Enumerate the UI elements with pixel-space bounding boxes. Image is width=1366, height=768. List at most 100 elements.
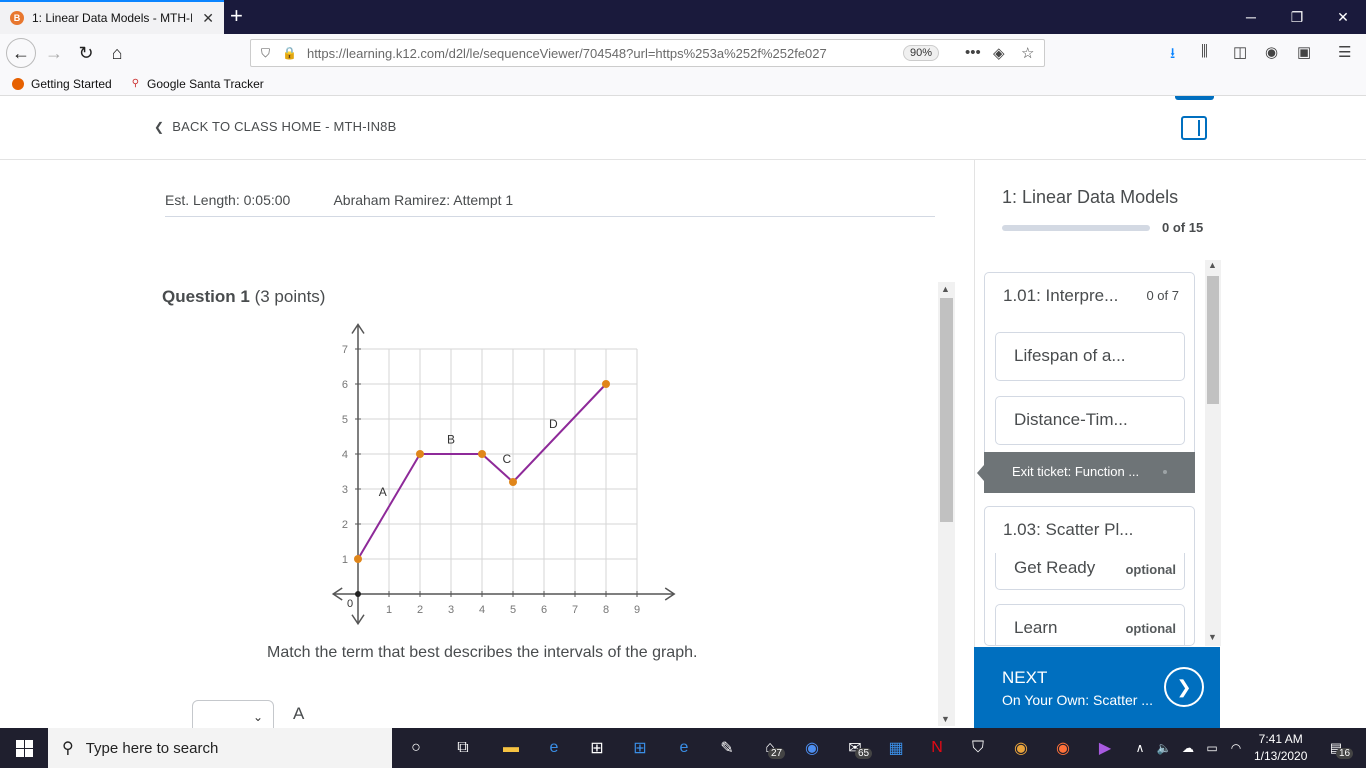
scroll-down-icon[interactable]: ▼ [941, 714, 950, 724]
app-icon[interactable]: ▦ [884, 736, 908, 760]
netflix-icon[interactable]: N [925, 736, 949, 760]
module-title[interactable]: 1.01: Interpre... [1003, 286, 1118, 306]
list-item[interactable]: Distance-Tim... [995, 396, 1185, 445]
windows-icon[interactable]: ⊞ [628, 736, 652, 760]
unit-progress-bar [1002, 225, 1150, 231]
answer-label: A [293, 704, 305, 723]
system-clock[interactable]: 7:41 AM 1/13/2020 [1254, 731, 1307, 765]
sequence-panel: 1: Linear Data Models 0 of 15 1.01: Inte… [974, 160, 1366, 728]
taskbar-search[interactable]: ⚲ Type here to search [48, 728, 392, 768]
next-button[interactable]: NEXT On Your Own: Scatter ... ❯ [974, 647, 1220, 728]
y-tick-label: 5 [342, 414, 348, 426]
notepad-icon[interactable]: ✎ [715, 736, 739, 760]
bookmark-star-icon[interactable]: ☆ [1021, 44, 1034, 62]
x-tick-label: 8 [603, 604, 609, 616]
onedrive-icon[interactable]: ☁ [1176, 736, 1200, 760]
unit-progress-count: 0 of 15 [1162, 220, 1204, 235]
list-item[interactable]: Lifespan of a... [995, 332, 1185, 381]
k12-favicon-icon: B [10, 11, 24, 25]
close-window-icon[interactable]: ✕ [1320, 0, 1366, 34]
sidebar-icon[interactable]: ◫ [1233, 43, 1247, 61]
list-item[interactable]: Learn optional [995, 604, 1185, 645]
restore-icon[interactable]: ❐ [1274, 0, 1320, 34]
new-tab-icon[interactable]: + [230, 4, 243, 28]
status-dot-icon [1163, 470, 1167, 474]
reload-icon[interactable]: ↻ [72, 39, 100, 67]
scroll-up-icon[interactable]: ▲ [1208, 260, 1217, 270]
volume-icon[interactable]: 🔈 [1152, 736, 1176, 760]
more-actions-icon[interactable]: ••• [965, 44, 981, 61]
close-tab-icon[interactable]: ✕ [202, 10, 214, 27]
battery-icon[interactable]: ▭ [1200, 736, 1224, 760]
pocket-icon[interactable]: ◈ [993, 44, 1005, 62]
search-icon: ⚲ [62, 740, 74, 757]
back-icon[interactable]: ← [6, 38, 36, 68]
chrome-icon[interactable]: ◉ [1009, 736, 1033, 760]
module-count: 0 of 7 [1146, 288, 1179, 303]
url-bar[interactable]: ⛉ 🔒 https://learning.k12.com/d2l/le/sequ… [250, 39, 1045, 67]
content-scrollbar[interactable]: ▲ ▼ [938, 282, 955, 726]
panel-scrollbar[interactable]: ▲ ▼ [1205, 260, 1221, 646]
bookmark-getting-started[interactable]: Getting Started [12, 77, 112, 91]
account-icon[interactable]: ◉ [1265, 43, 1278, 61]
badge: 65 [855, 748, 873, 759]
store-icon[interactable]: ⊞ [585, 736, 609, 760]
wifi-icon[interactable]: ◠ [1224, 736, 1248, 760]
santa-icon: ⚲ [131, 78, 140, 89]
module-1-03[interactable]: 1.03: Scatter Pl... Get Ready optional L… [984, 506, 1195, 646]
url-text[interactable]: https://learning.k12.com/d2l/le/sequence… [307, 46, 867, 61]
panel-toggle-icon[interactable] [1181, 116, 1207, 140]
extension-icon[interactable]: ▣ [1297, 43, 1311, 61]
question-graph: 1 2 3 4 5 6 7 8 9 1 2 3 4 5 6 7 0 A B C D [331, 323, 676, 626]
segment-label: C [502, 452, 511, 466]
search-placeholder: Type here to search [85, 739, 219, 757]
powerapps-icon[interactable]: ▶ [1093, 736, 1117, 760]
data-point [602, 380, 610, 388]
library-icon[interactable]: ⫼ [1201, 43, 1208, 60]
attempt-info: Abraham Ramirez: Attempt 1 [333, 192, 514, 208]
file-explorer-icon[interactable]: ▬ [499, 736, 523, 760]
scroll-thumb[interactable] [940, 298, 953, 522]
menu-icon[interactable]: ☰ [1338, 43, 1351, 61]
y-tick-label: 6 [342, 379, 348, 391]
ie-icon[interactable]: e [542, 736, 566, 760]
bookmarks-bar: Getting Started ⚲ Google Santa Tracker [0, 72, 1366, 96]
edge-icon[interactable]: e [672, 736, 696, 760]
shield-icon[interactable]: ⛉ [261, 46, 270, 61]
module-title[interactable]: 1.03: Scatter Pl... [1003, 520, 1133, 540]
x-tick-label: 3 [448, 604, 454, 616]
security-shield-icon[interactable]: ⛉ [966, 736, 990, 760]
question-points: (3 points) [254, 287, 326, 306]
next-label: NEXT [1002, 668, 1048, 687]
browser-tab[interactable]: B 1: Linear Data Models - MTH-IN8B ✕ [0, 0, 224, 34]
scroll-thumb[interactable] [1207, 276, 1219, 404]
data-point [478, 450, 486, 458]
windows-start-icon[interactable] [0, 728, 48, 768]
badge: 27 [768, 748, 786, 759]
data-point [416, 450, 424, 458]
segment-label: B [447, 433, 455, 447]
chromium-icon[interactable]: ◉ [800, 736, 824, 760]
chevron-right-icon: ❯ [1164, 667, 1204, 707]
minimize-icon[interactable]: ─ [1228, 0, 1274, 34]
back-to-class-link[interactable]: ❮ BACK TO CLASS HOME - MTH-IN8B [154, 119, 396, 134]
y-tick-label: 1 [342, 554, 348, 566]
est-length: Est. Length: 0:05:00 [165, 192, 291, 208]
download-icon[interactable]: ⭳ [1170, 43, 1175, 68]
tray-expand-icon[interactable]: ∧ [1128, 736, 1152, 760]
active-item[interactable]: Exit ticket: Function ... [977, 452, 1195, 493]
bookmark-santa-tracker[interactable]: ⚲ Google Santa Tracker [124, 77, 264, 91]
forward-icon[interactable]: → [40, 39, 68, 67]
data-point [509, 478, 517, 486]
lock-icon[interactable]: 🔒 [282, 46, 297, 60]
x-tick-label: 1 [386, 604, 392, 616]
zoom-level[interactable]: 90% [903, 45, 940, 61]
home-icon[interactable]: ⌂ [103, 39, 131, 67]
task-view-icon[interactable]: ⧉ [451, 736, 475, 760]
scroll-up-icon[interactable]: ▲ [941, 284, 950, 294]
question-prompt: Match the term that best describes the i… [267, 644, 698, 661]
scroll-down-icon[interactable]: ▼ [1208, 632, 1217, 642]
list-item[interactable]: Get Ready optional [995, 553, 1185, 590]
firefox-taskbar-icon[interactable]: ◉ [1051, 736, 1075, 760]
cortana-icon[interactable]: ○ [404, 736, 428, 760]
